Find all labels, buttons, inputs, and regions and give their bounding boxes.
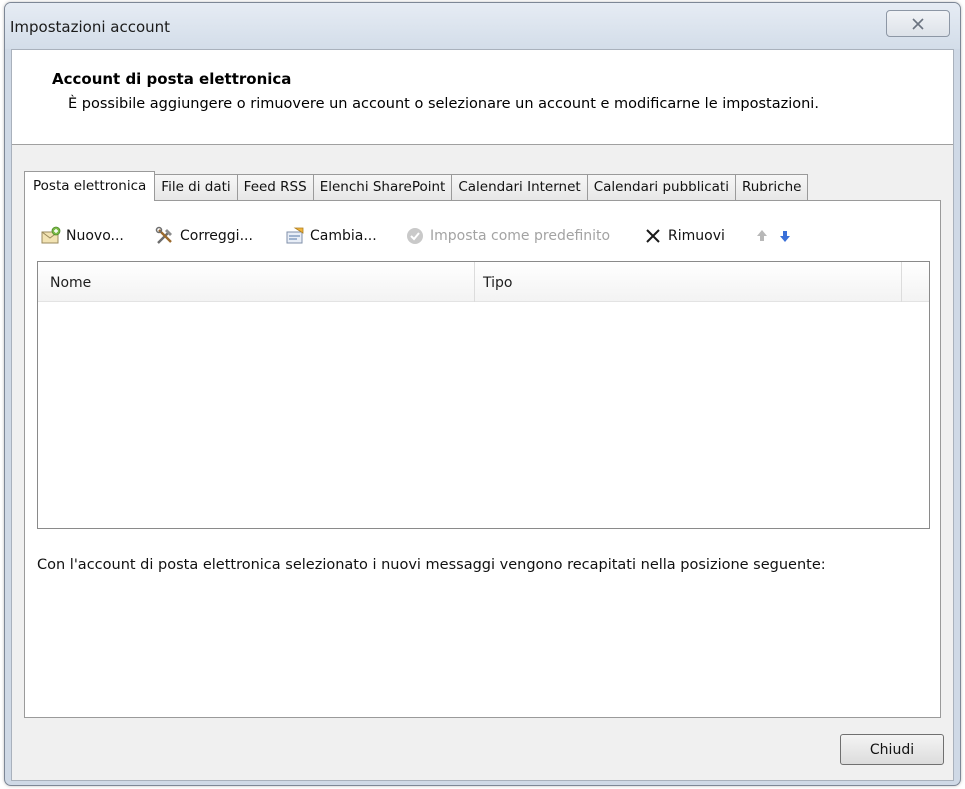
new-account-button[interactable]: Nuovo... <box>41 224 124 248</box>
repair-account-label: Correggi... <box>180 228 253 244</box>
new-account-label: Nuovo... <box>66 228 124 244</box>
tab-strip: Posta elettronica File di dati Feed RSS … <box>24 171 809 201</box>
window-title: Impostazioni account <box>10 18 171 36</box>
tab-calendari-internet[interactable]: Calendari Internet <box>451 174 588 201</box>
new-email-account-icon <box>41 226 61 244</box>
window-close-button[interactable] <box>886 10 950 37</box>
tab-posta-elettronica[interactable]: Posta elettronica <box>24 171 156 201</box>
move-up-arrow-icon <box>757 230 767 241</box>
move-up-button[interactable] <box>752 224 772 248</box>
move-down-button[interactable] <box>775 224 795 248</box>
account-toolbar: Nuovo... Correggi... Cambia... Imposta c… <box>25 221 940 251</box>
header-title: Account di posta elettronica <box>52 70 292 88</box>
column-header-nome[interactable]: Nome <box>50 275 91 291</box>
tab-calendari-pubblicati[interactable]: Calendari pubblicati <box>586 174 736 201</box>
dialog-client-area: Account di posta elettronica È possibile… <box>11 49 954 781</box>
tab-panel-posta-elettronica: Nuovo... Correggi... Cambia... Imposta c… <box>24 200 941 718</box>
remove-account-button[interactable]: Rimuovi <box>643 224 725 248</box>
tab-file-di-dati[interactable]: File di dati <box>154 174 238 201</box>
move-down-arrow-icon <box>780 231 790 242</box>
change-settings-icon <box>286 227 304 244</box>
title-bar[interactable]: Impostazioni account <box>5 3 960 49</box>
account-list-header: Nome Tipo <box>38 262 929 302</box>
column-divider[interactable] <box>901 262 902 302</box>
repair-account-button[interactable]: Correggi... <box>155 224 253 248</box>
set-default-label: Imposta come predefinito <box>430 228 611 244</box>
tab-elenchi-sharepoint[interactable]: Elenchi SharePoint <box>312 174 453 201</box>
tab-feed-rss[interactable]: Feed RSS <box>236 174 314 201</box>
account-list[interactable]: Nome Tipo <box>37 261 930 529</box>
column-divider[interactable] <box>474 262 475 302</box>
change-account-button[interactable]: Cambia... <box>285 224 377 248</box>
remove-x-icon <box>646 229 660 243</box>
tab-rubriche[interactable]: Rubriche <box>734 174 809 201</box>
delivery-location-text: Con l'account di posta elettronica selez… <box>37 557 826 573</box>
checkmark-icon <box>407 228 423 244</box>
account-settings-window: Impostazioni account Account di posta el… <box>4 2 961 786</box>
column-header-tipo[interactable]: Tipo <box>483 275 512 291</box>
close-button[interactable]: Chiudi <box>840 734 944 765</box>
header-panel: Account di posta elettronica È possibile… <box>12 50 953 145</box>
header-subtitle: È possibile aggiungere o rimuovere un ac… <box>68 96 819 112</box>
change-account-label: Cambia... <box>310 228 377 244</box>
repair-tools-icon <box>155 226 172 244</box>
set-default-button[interactable]: Imposta come predefinito <box>405 224 610 248</box>
remove-account-label: Rimuovi <box>668 228 725 244</box>
close-icon <box>912 17 924 30</box>
